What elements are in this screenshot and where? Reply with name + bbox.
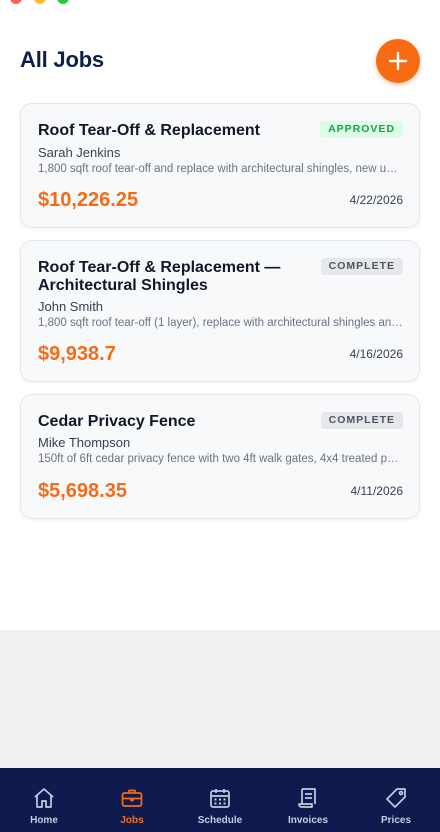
job-amount: $5,698.35 [38, 480, 127, 502]
plus-icon [388, 51, 408, 71]
tab-label: Jobs [120, 815, 144, 826]
tag-icon [386, 788, 406, 808]
window-controls [0, 0, 200, 4]
job-client: Sarah Jenkins [38, 145, 121, 160]
bottom-tab-bar: Home Jobs Schedule Invoices Prices [0, 768, 440, 832]
tab-jobs[interactable]: Jobs [88, 768, 176, 832]
home-icon [34, 788, 54, 808]
job-card[interactable]: Roof Tear-Off & Replacement APPROVED Sar… [20, 103, 420, 228]
close-window-button[interactable] [10, 0, 22, 4]
job-date: 4/11/2026 [350, 484, 404, 498]
job-title: Roof Tear-Off & Replacement [38, 122, 260, 139]
calendar-icon [210, 789, 230, 808]
job-description: 1,800 sqft roof tear-off (1 layer), repl… [38, 317, 404, 329]
job-description: 1,800 sqft roof tear-off and replace wit… [38, 163, 404, 175]
tab-home[interactable]: Home [0, 768, 88, 832]
tab-label: Invoices [287, 815, 329, 826]
jobs-screen: All Jobs Roof Tear-Off & Replacement APP… [0, 0, 440, 630]
job-date: 4/22/2026 [349, 193, 403, 207]
job-title: Roof Tear-Off & Replacement — Architectu… [38, 259, 281, 294]
app-root: All Jobs Roof Tear-Off & Replacement APP… [0, 0, 440, 832]
briefcase-icon [121, 789, 143, 807]
minimize-window-button[interactable] [34, 0, 46, 4]
tab-schedule[interactable]: Schedule [176, 768, 264, 832]
add-job-button[interactable] [376, 39, 420, 83]
invoice-icon [298, 788, 316, 808]
status-badge: COMPLETE [320, 412, 403, 429]
status-badge: COMPLETE [320, 258, 403, 275]
job-date: 4/16/2026 [349, 347, 403, 361]
tab-prices[interactable]: Prices [352, 768, 440, 832]
job-amount: $10,226.25 [38, 189, 139, 211]
job-title: Cedar Privacy Fence [38, 413, 196, 430]
empty-area [0, 630, 440, 768]
job-amount: $9,938.7 [38, 343, 116, 365]
job-client: John Smith [38, 299, 104, 314]
job-card[interactable]: Roof Tear-Off & Replacement — Architectu… [20, 240, 420, 382]
tab-invoices[interactable]: Invoices [264, 768, 352, 832]
status-badge: APPROVED [320, 121, 403, 138]
job-description: 150ft of 6ft cedar privacy fence with tw… [38, 453, 404, 465]
job-card[interactable]: Cedar Privacy Fence COMPLETE Mike Thomps… [20, 394, 420, 519]
tab-label: Schedule [197, 815, 243, 826]
maximize-window-button[interactable] [57, 0, 69, 4]
tab-label: Prices [380, 815, 412, 826]
job-client: Mike Thompson [38, 435, 131, 450]
page-title: All Jobs [20, 47, 104, 72]
tab-label: Home [30, 815, 58, 826]
